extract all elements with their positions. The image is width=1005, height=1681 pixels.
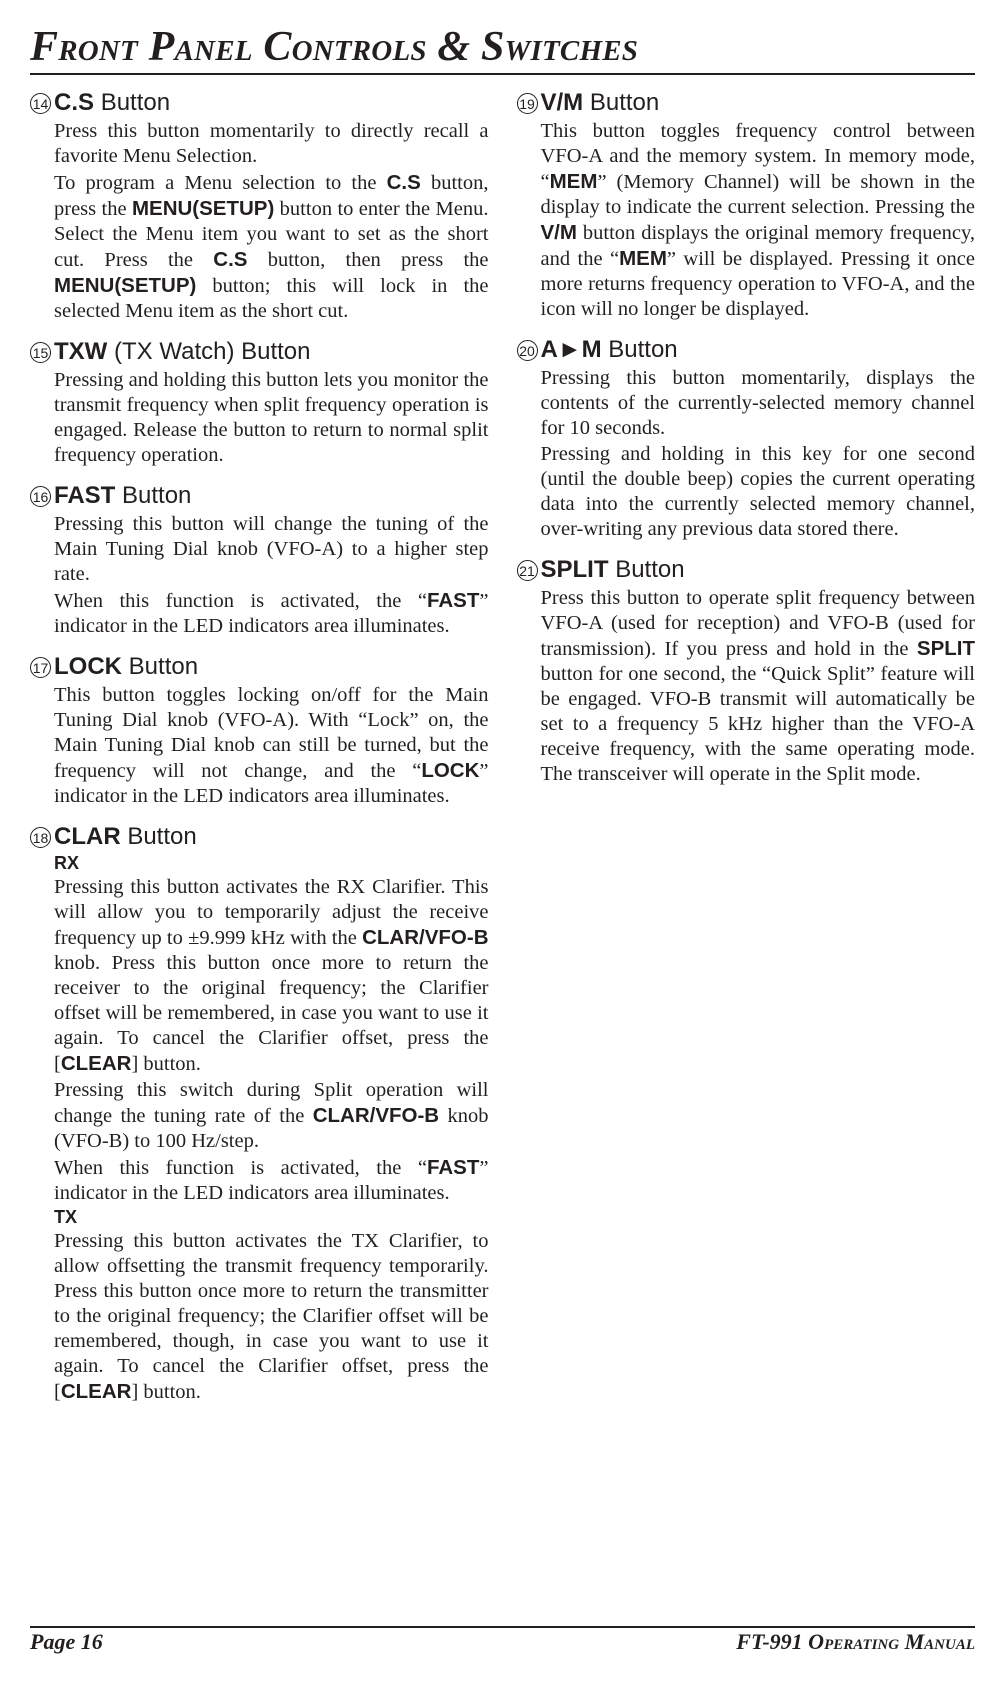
item-body: Press this button momentarily to directl…: [30, 119, 489, 324]
item-heading: 21SPLIT Button: [517, 556, 976, 584]
page-title: Front Panel Controls & Switches: [30, 23, 975, 75]
footer: Page 16 FT-991 Operating Manual: [30, 1626, 975, 1655]
control-item: 18CLAR ButtonRXPressing this button acti…: [30, 823, 489, 1405]
item-title: CLAR Button: [54, 823, 197, 851]
item-body: Pressing this button momentarily, displa…: [517, 366, 976, 542]
paragraph: Pressing this button will change the tun…: [54, 512, 489, 587]
footer-page: Page 16: [30, 1629, 103, 1655]
item-title: LOCK Button: [54, 653, 198, 681]
item-title: A►M Button: [541, 336, 678, 364]
paragraph: Pressing and holding in this key for one…: [541, 442, 976, 542]
paragraph: When this function is activated, the “FA…: [54, 1155, 489, 1206]
item-title: TXW (TX Watch) Button: [54, 338, 311, 366]
item-number: 15: [30, 342, 51, 363]
paragraph: This button toggles frequency control be…: [541, 119, 976, 322]
subsection-label: RX: [54, 853, 489, 875]
paragraph: Pressing this switch during Split operat…: [54, 1078, 489, 1154]
item-heading: 17LOCK Button: [30, 653, 489, 681]
item-number: 16: [30, 486, 51, 507]
subsection-label: TX: [54, 1207, 489, 1229]
paragraph: Pressing this button activates the TX Cl…: [54, 1229, 489, 1405]
paragraph: Pressing and holding this button lets yo…: [54, 368, 489, 468]
item-heading: 14C.S Button: [30, 89, 489, 117]
item-heading: 20A►M Button: [517, 336, 976, 364]
control-item: 20A►M ButtonPressing this button momenta…: [517, 336, 976, 542]
control-item: 21SPLIT ButtonPress this button to opera…: [517, 556, 976, 787]
control-item: 19V/M ButtonThis button toggles frequenc…: [517, 89, 976, 322]
item-body: Pressing this button will change the tun…: [30, 512, 489, 639]
item-title: SPLIT Button: [541, 556, 685, 584]
item-title: V/M Button: [541, 89, 660, 117]
item-body: RXPressing this button activates the RX …: [30, 853, 489, 1405]
item-heading: 15TXW (TX Watch) Button: [30, 338, 489, 366]
left-column: 14C.S ButtonPress this button momentaril…: [30, 89, 489, 1419]
item-heading: 16FAST Button: [30, 482, 489, 510]
item-body: This button toggles frequency control be…: [517, 119, 976, 322]
paragraph: Press this button to operate split frequ…: [541, 586, 976, 787]
paragraph: Pressing this button momentarily, displa…: [541, 366, 976, 441]
item-title: C.S Button: [54, 89, 170, 117]
item-body: Pressing and holding this button lets yo…: [30, 368, 489, 468]
item-number: 21: [517, 560, 538, 581]
control-item: 17LOCK ButtonThis button toggles locking…: [30, 653, 489, 809]
item-heading: 18CLAR Button: [30, 823, 489, 851]
control-item: 14C.S ButtonPress this button momentaril…: [30, 89, 489, 324]
item-body: Press this button to operate split frequ…: [517, 586, 976, 787]
paragraph: To program a Menu selection to the C.S b…: [54, 170, 489, 324]
item-number: 14: [30, 93, 51, 114]
item-body: This button toggles locking on/off for t…: [30, 683, 489, 809]
right-column: 19V/M ButtonThis button toggles frequenc…: [517, 89, 976, 1419]
item-number: 19: [517, 93, 538, 114]
item-number: 20: [517, 340, 538, 361]
item-number: 18: [30, 827, 51, 848]
item-number: 17: [30, 657, 51, 678]
item-title: FAST Button: [54, 482, 191, 510]
paragraph: Press this button momentarily to directl…: [54, 119, 489, 169]
paragraph: When this function is activated, the “FA…: [54, 588, 489, 639]
control-item: 15TXW (TX Watch) ButtonPressing and hold…: [30, 338, 489, 468]
paragraph: This button toggles locking on/off for t…: [54, 683, 489, 809]
control-item: 16FAST ButtonPressing this button will c…: [30, 482, 489, 639]
content-columns: 14C.S ButtonPress this button momentaril…: [30, 89, 975, 1419]
item-heading: 19V/M Button: [517, 89, 976, 117]
footer-manual: FT-991 Operating Manual: [736, 1629, 975, 1655]
paragraph: Pressing this button activates the RX Cl…: [54, 875, 489, 1077]
